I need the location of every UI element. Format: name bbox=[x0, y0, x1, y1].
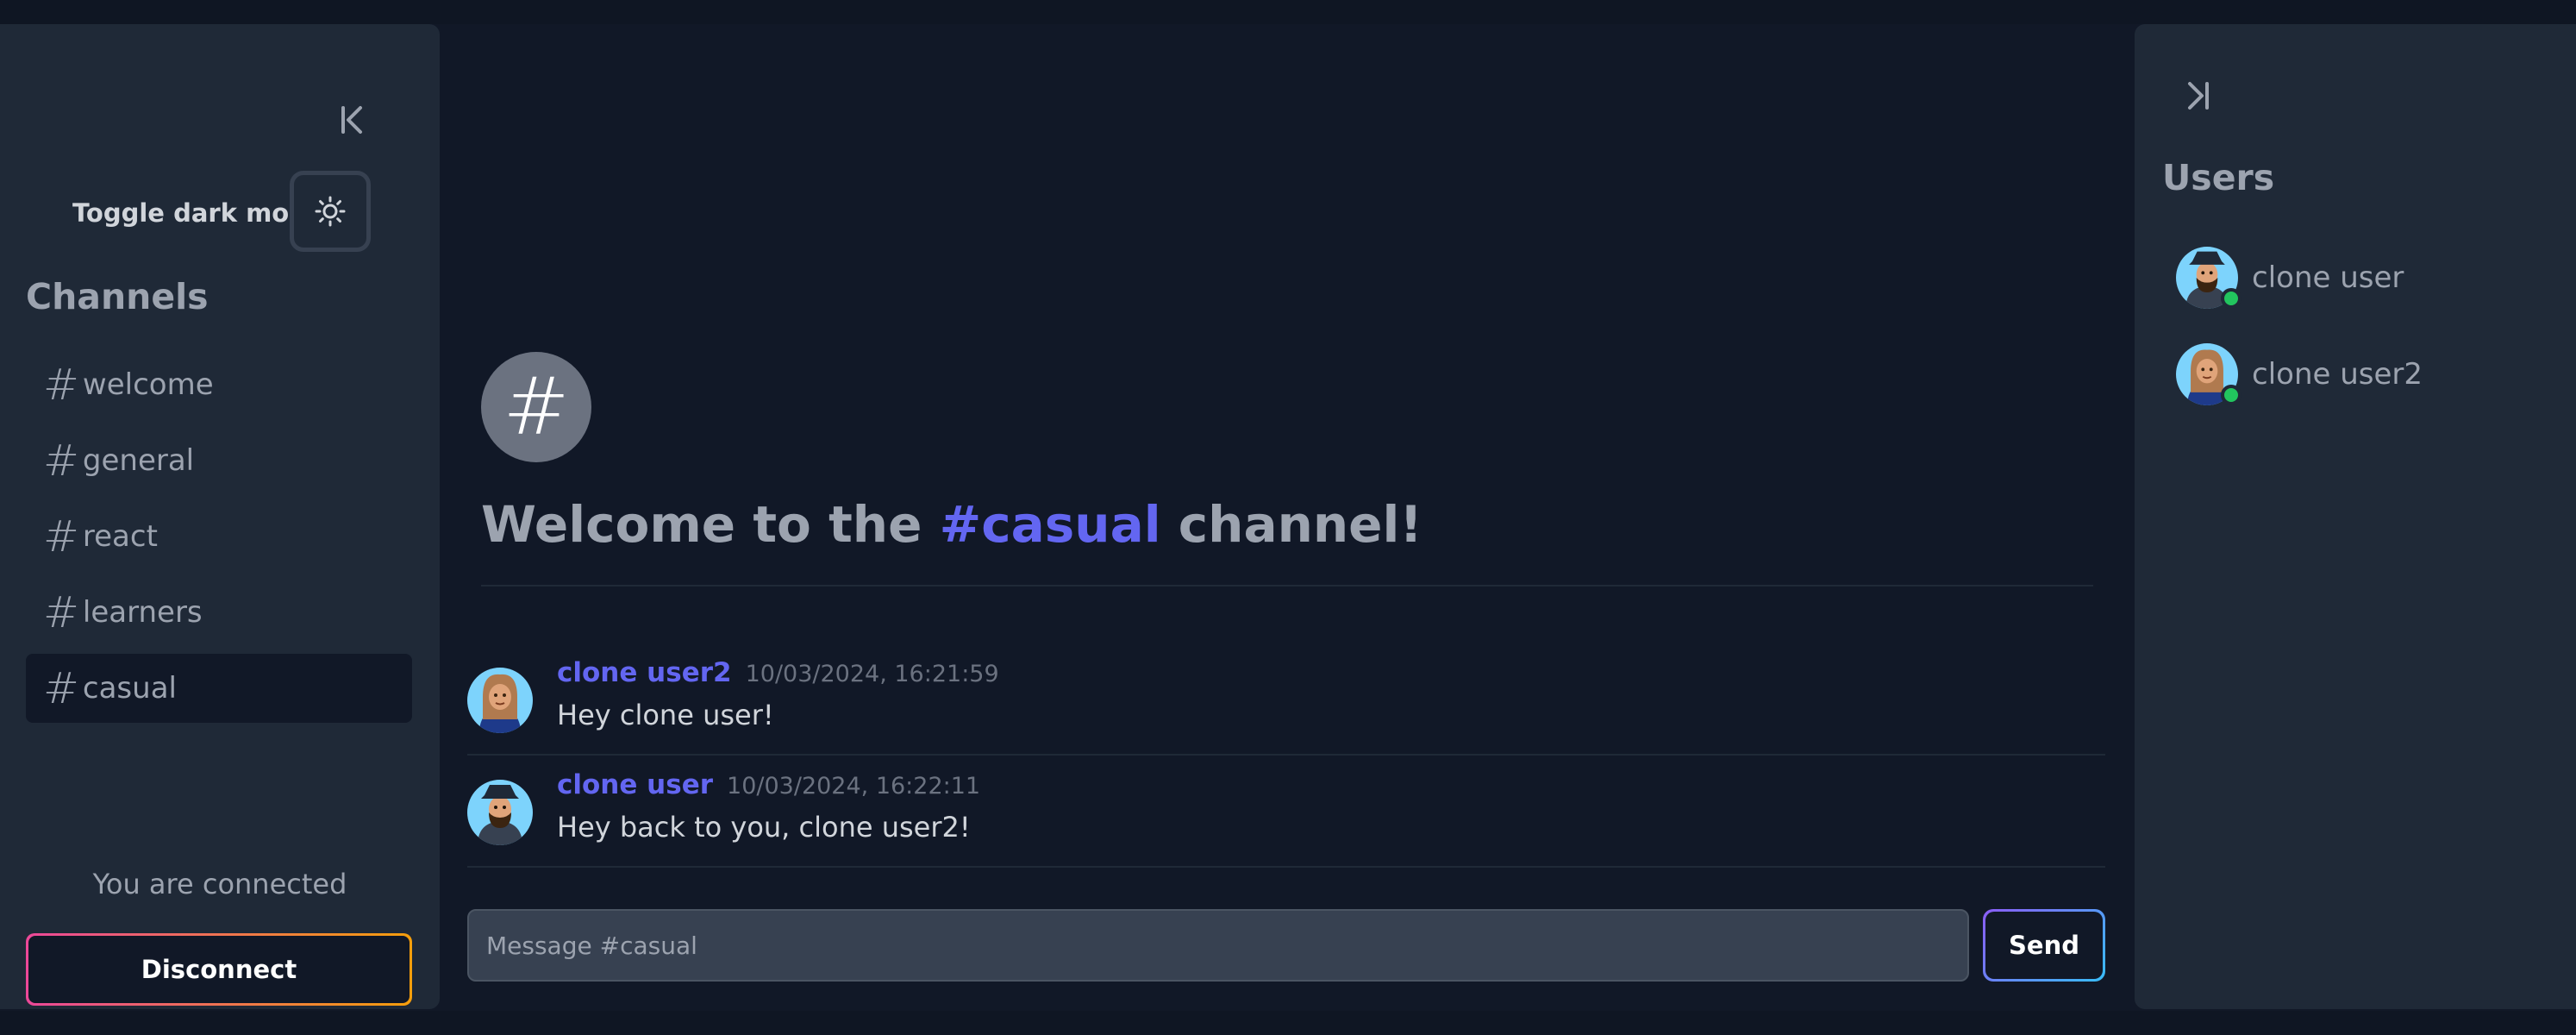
avatar bbox=[2176, 247, 2241, 309]
message-text: Hey clone user! bbox=[557, 699, 774, 731]
channel-list: # welcome # general # react # learners #… bbox=[26, 350, 412, 730]
send-button[interactable]: Send bbox=[1983, 909, 2105, 982]
message-timestamp: 10/03/2024, 16:21:59 bbox=[745, 661, 999, 687]
channel-item-learners[interactable]: # learners bbox=[26, 578, 412, 647]
dark-mode-toggle[interactable] bbox=[290, 171, 371, 252]
channel-hash-icon: # bbox=[481, 352, 591, 462]
message-input[interactable] bbox=[467, 909, 1969, 982]
welcome-suffix: channel! bbox=[1160, 495, 1422, 554]
users-sidebar: Users clone user clone user2 bbox=[2135, 24, 2576, 1009]
top-bar bbox=[0, 0, 2576, 24]
channel-item-casual[interactable]: # casual bbox=[26, 654, 412, 723]
divider bbox=[481, 585, 2093, 586]
collapse-users-button[interactable] bbox=[2181, 74, 2216, 117]
channel-item-welcome[interactable]: # welcome bbox=[26, 350, 412, 419]
user-name: clone user bbox=[2252, 260, 2404, 295]
user-item[interactable]: clone user2 bbox=[2176, 340, 2538, 409]
channel-label: general bbox=[82, 443, 195, 478]
online-status-icon bbox=[2221, 385, 2241, 405]
message-text: Hey back to you, clone user2! bbox=[557, 811, 971, 844]
online-status-icon bbox=[2221, 288, 2241, 309]
message-timestamp: 10/03/2024, 16:22:11 bbox=[727, 773, 981, 800]
send-label: Send bbox=[1985, 912, 2103, 979]
channel-label: learners bbox=[82, 595, 203, 630]
hash-icon: # bbox=[43, 436, 79, 486]
channel-item-react[interactable]: # react bbox=[26, 502, 412, 571]
user-avatar-icon bbox=[467, 668, 533, 733]
hash-icon: # bbox=[43, 663, 79, 713]
avatar bbox=[467, 780, 533, 845]
channel-item-general[interactable]: # general bbox=[26, 426, 412, 495]
dark-mode-label: Toggle dark mode bbox=[72, 198, 324, 228]
user-item[interactable]: clone user bbox=[2176, 243, 2538, 312]
message-author[interactable]: clone user2 bbox=[557, 657, 732, 688]
channel-label: casual bbox=[82, 671, 177, 706]
channels-title: Channels bbox=[26, 276, 209, 317]
chat-main: # Welcome to the #casual channel! clone … bbox=[440, 24, 2135, 1009]
message-header: clone user 10/03/2024, 16:22:11 bbox=[557, 769, 980, 800]
collapse-right-icon bbox=[2188, 82, 2209, 110]
sun-icon bbox=[315, 196, 346, 227]
hash-icon: # bbox=[43, 511, 79, 561]
channels-sidebar: Toggle dark mode Channels # welcome # ge… bbox=[0, 24, 440, 1009]
user-name: clone user2 bbox=[2252, 357, 2423, 392]
collapse-sidebar-button[interactable] bbox=[335, 98, 369, 141]
bottom-bar bbox=[0, 1011, 2576, 1035]
channel-label: react bbox=[82, 519, 158, 554]
hash-icon: # bbox=[43, 360, 79, 410]
avatar bbox=[467, 668, 533, 733]
dark-mode-row: Toggle dark mode bbox=[0, 171, 440, 257]
users-title: Users bbox=[2162, 157, 2275, 198]
avatar bbox=[2176, 343, 2241, 405]
message-header: clone user2 10/03/2024, 16:21:59 bbox=[557, 657, 999, 688]
channel-label: welcome bbox=[82, 367, 214, 402]
message-author[interactable]: clone user bbox=[557, 769, 713, 800]
message-item: clone user 10/03/2024, 16:22:11 Hey back … bbox=[467, 757, 2105, 868]
disconnect-button[interactable]: Disconnect bbox=[26, 933, 412, 1006]
message-item: clone user2 10/03/2024, 16:21:59 Hey clon… bbox=[467, 645, 2105, 756]
collapse-left-icon bbox=[341, 106, 362, 134]
welcome-prefix: Welcome to the bbox=[481, 495, 940, 554]
welcome-heading: Welcome to the #casual channel! bbox=[481, 495, 1422, 554]
hash-icon: # bbox=[43, 587, 79, 637]
disconnect-label: Disconnect bbox=[28, 936, 410, 1003]
welcome-channel: #casual bbox=[939, 495, 1161, 554]
user-avatar-icon bbox=[467, 780, 533, 845]
connection-status: You are connected bbox=[92, 868, 347, 900]
